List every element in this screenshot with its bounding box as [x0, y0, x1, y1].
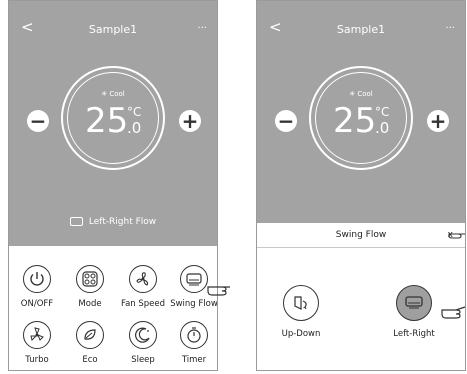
temperature-dial: ✳ Cool 25 °C .0	[309, 66, 413, 170]
display-area: < Sample1 ··· − ✳ Cool 25 °C .0 +	[257, 1, 465, 223]
mode-icon	[76, 265, 104, 293]
swing-flow-panel: Swing Flow x Up-Down Left-Right	[257, 223, 465, 370]
left-right-swing-icon	[396, 285, 432, 321]
more-options-button[interactable]: ···	[197, 23, 207, 34]
decrease-temperature-button[interactable]: −	[27, 110, 49, 132]
temperature-decimal: .0	[127, 119, 142, 137]
sleep-button[interactable]: Sleep	[118, 321, 168, 365]
device-title: Sample1	[336, 23, 386, 36]
mode-indicator: ✳ Cool	[101, 90, 125, 98]
mode-indicator: ✳ Cool	[349, 90, 373, 98]
fan-icon	[129, 265, 157, 293]
swing-status-label: Left-Right Flow	[88, 217, 157, 227]
decrease-temperature-button[interactable]: −	[275, 110, 297, 132]
fan-speed-button[interactable]: Fan Speed	[118, 265, 168, 309]
more-options-button[interactable]: ···	[445, 23, 455, 34]
left-right-label: Left-Right	[393, 329, 435, 339]
pointing-hand-icon	[448, 233, 465, 239]
swing-flow-icon	[180, 265, 208, 293]
eco-label: Eco	[82, 355, 98, 365]
swing-flow-screen: < Sample1 ··· − ✳ Cool 25 °C .0 + Swing …	[256, 0, 466, 371]
mode-label: Mode	[78, 299, 102, 309]
temperature-unit: °C	[375, 105, 390, 119]
timer-button[interactable]: Timer	[169, 321, 217, 365]
timer-label: Timer	[181, 355, 207, 365]
timer-icon	[180, 321, 208, 349]
fan-speed-label: Fan Speed	[120, 299, 166, 309]
increase-temperature-button[interactable]: +	[179, 110, 201, 132]
temperature-decimal: .0	[375, 119, 390, 137]
swing-status: Left-Right Flow	[9, 217, 217, 227]
power-icon	[23, 265, 51, 293]
temperature-value: 25	[333, 101, 377, 141]
panel-title: Swing Flow	[335, 230, 387, 240]
eco-icon	[76, 321, 104, 349]
main-control-screen: < Sample1 ··· − ✳ Cool 25 °C .0 + Left-R…	[8, 0, 218, 371]
sleep-label: Sleep	[131, 355, 155, 365]
on-off-label: ON/OFF	[20, 299, 54, 309]
sleep-icon	[129, 321, 157, 349]
device-title: Sample1	[88, 23, 138, 36]
up-down-swing-icon	[283, 285, 319, 321]
turbo-button[interactable]: Turbo	[12, 321, 62, 365]
turbo-label: Turbo	[25, 355, 49, 365]
up-down-option[interactable]: Up-Down	[261, 285, 341, 339]
pointing-hand-icon	[441, 306, 466, 319]
display-area: < Sample1 ··· − ✳ Cool 25 °C .0 + Left-R…	[9, 1, 217, 246]
eco-button[interactable]: Eco	[65, 321, 115, 365]
pointing-hand-icon	[207, 286, 230, 296]
increase-temperature-button[interactable]: +	[427, 110, 449, 132]
temperature-value: 25	[85, 101, 129, 141]
on-off-button[interactable]: ON/OFF	[12, 265, 62, 309]
swing-status-icon	[69, 217, 83, 226]
mode-button[interactable]: Mode	[65, 265, 115, 309]
panel-header: Swing Flow x	[257, 223, 465, 248]
turbo-icon	[23, 321, 51, 349]
swing-flow-label: Swing Flow	[170, 299, 218, 309]
temperature-dial: ✳ Cool 25 °C .0	[61, 66, 165, 170]
up-down-label: Up-Down	[281, 329, 321, 339]
temperature-unit: °C	[127, 105, 142, 119]
